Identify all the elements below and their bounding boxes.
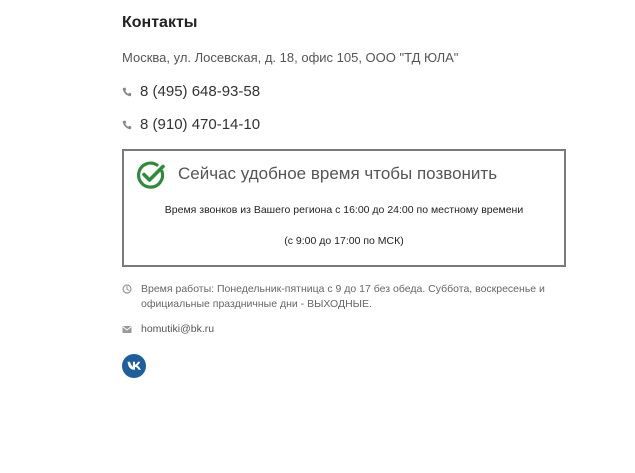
vk-button[interactable] bbox=[122, 354, 146, 378]
check-circle-icon bbox=[136, 161, 165, 189]
call-time-box: Сейчас удобное время чтобы позвонить Вре… bbox=[122, 149, 566, 267]
contacts-title: Контакты bbox=[122, 14, 198, 31]
work-hours-text: Время работы: Понедельник-пятница с 9 до… bbox=[141, 283, 545, 310]
work-hours: Время работы: Понедельник-пятница с 9 до… bbox=[122, 282, 572, 312]
phone-link-2[interactable]: 8 (910) 470-14-10 bbox=[122, 116, 260, 133]
address-text: Москва, ул. Лосевская, д. 18, офис 105, … bbox=[122, 50, 459, 65]
phone-number-2: 8 (910) 470-14-10 bbox=[140, 116, 261, 133]
phone-icon bbox=[122, 87, 132, 96]
clock-icon bbox=[122, 284, 132, 294]
email-address: homutiki@bk.ru bbox=[141, 323, 215, 335]
phone-link-1[interactable]: 8 (495) 648-93-58 bbox=[122, 83, 260, 100]
envelope-icon bbox=[122, 325, 132, 333]
email-link[interactable]: homutiki@bk.ru bbox=[122, 323, 214, 335]
call-time-headline: Сейчас удобное время чтобы позвонить bbox=[178, 164, 498, 183]
vk-icon bbox=[127, 361, 141, 370]
msk-call-hours: (с 9:00 до 17:00 по МСК) bbox=[284, 235, 404, 247]
phone-icon bbox=[122, 120, 132, 129]
regional-call-hours: Время звонков из Вашего региона с 16:00 … bbox=[164, 204, 524, 216]
phone-number-1: 8 (495) 648-93-58 bbox=[140, 83, 261, 100]
